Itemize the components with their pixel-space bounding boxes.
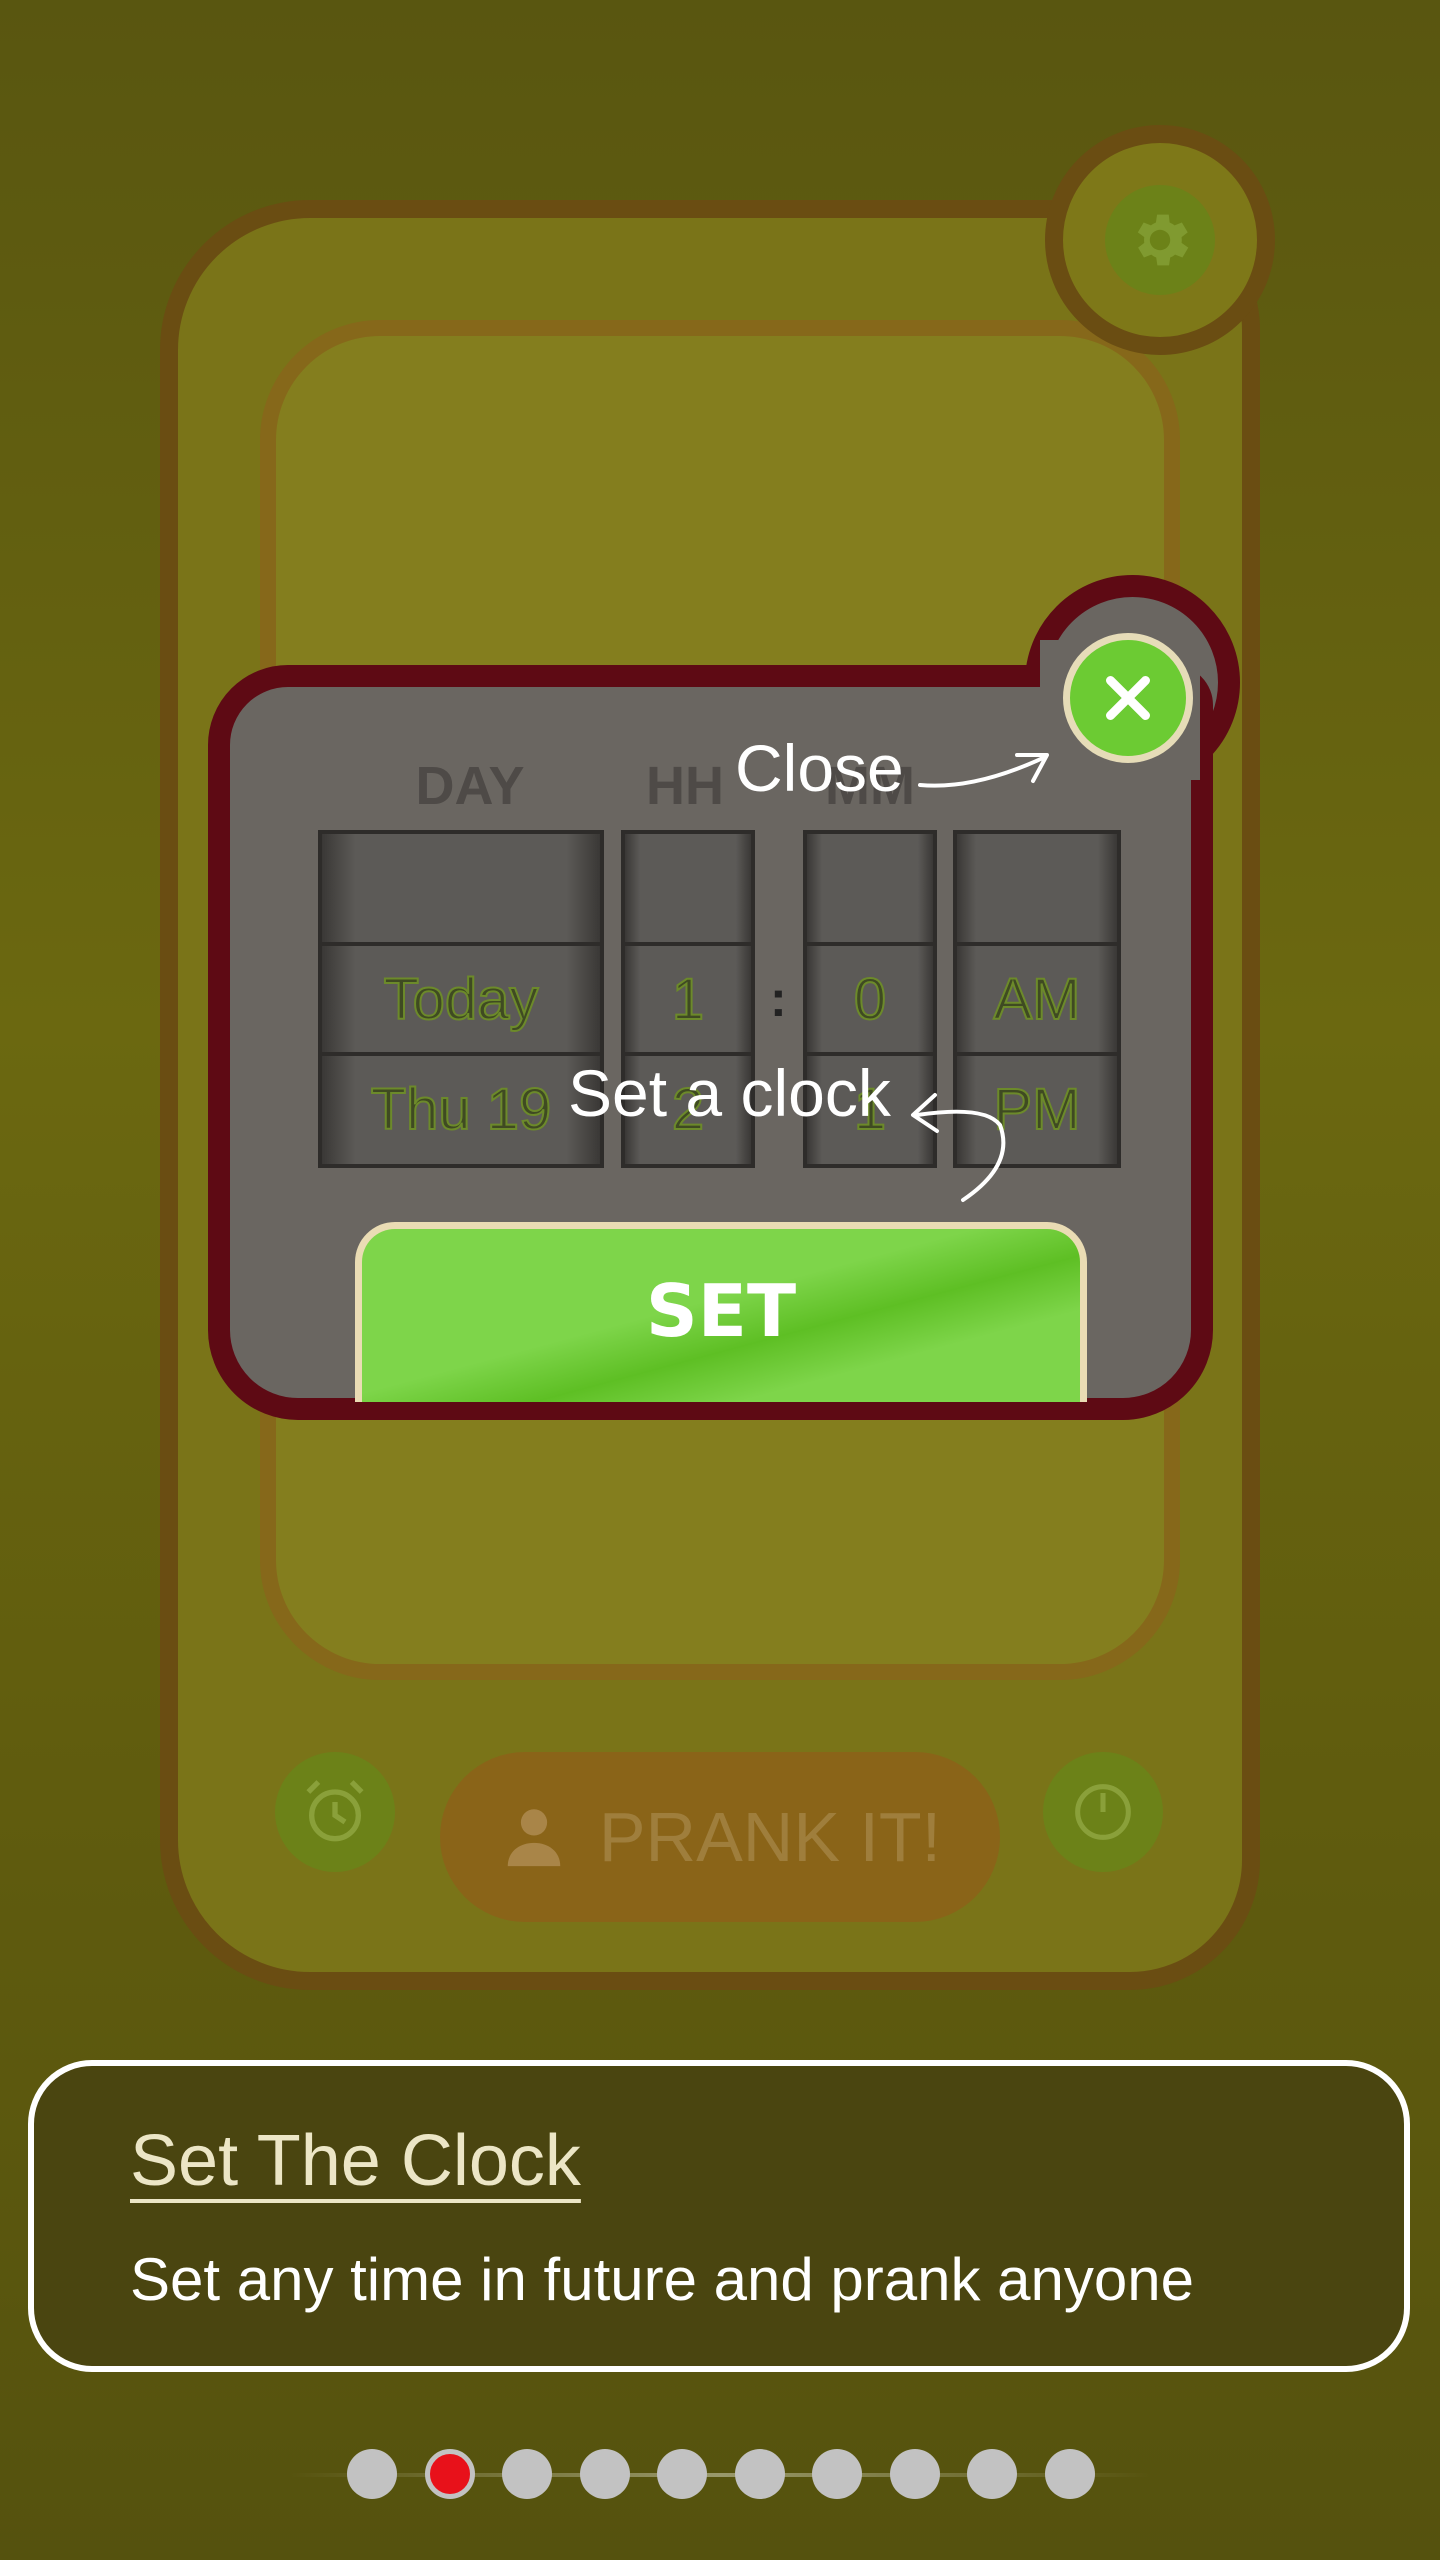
page-dot-4[interactable] — [579, 2449, 630, 2499]
settings-button[interactable] — [1105, 185, 1215, 295]
pager-track — [290, 2473, 1150, 2477]
set-button-label: SET — [645, 1268, 797, 1353]
set-button[interactable]: SET — [355, 1222, 1087, 1402]
alarm-clock-icon — [306, 1780, 364, 1842]
ampm-picker-selected: AM — [993, 966, 1082, 1033]
page-dot-3[interactable] — [502, 2449, 552, 2499]
tutorial-title: Set The Clock — [130, 2121, 581, 2201]
close-button[interactable] — [1063, 633, 1193, 763]
tutorial-description: Set any time in future and prank anyone — [130, 2246, 1195, 2313]
tutorial-info-card — [28, 2060, 1410, 2372]
day-column-label: DAY — [415, 756, 525, 816]
page-dot-8[interactable] — [889, 2449, 940, 2499]
close-icon — [1106, 676, 1150, 720]
page-dot-9[interactable] — [967, 2449, 1017, 2499]
stopwatch-button[interactable] — [1043, 1752, 1163, 1872]
set-clock-hint-arrow-icon — [911, 1093, 1006, 1202]
time-separator: : — [770, 971, 787, 1027]
hour-picker-selected: 1 — [671, 966, 705, 1033]
page-dot-7[interactable] — [812, 2449, 862, 2499]
hour-column-label: HH — [646, 756, 724, 816]
alarm-button[interactable] — [275, 1752, 395, 1872]
prank-it-button[interactable]: PRANK IT! — [440, 1752, 1000, 1922]
stopwatch-icon — [1075, 1784, 1131, 1840]
gear-icon — [1137, 214, 1189, 266]
day-picker[interactable]: Today Thu 19 — [318, 830, 604, 1168]
page-dot-6[interactable] — [734, 2449, 785, 2499]
page-dot-1[interactable] — [347, 2449, 397, 2499]
close-hint-arrow-icon — [918, 753, 1049, 788]
close-hint: Close — [735, 731, 904, 805]
minute-picker-selected: 0 — [853, 966, 887, 1033]
page-dot-2[interactable] — [424, 2449, 475, 2499]
page-dot-10[interactable] — [1044, 2449, 1095, 2499]
day-picker-next: Thu 19 — [370, 1076, 553, 1143]
prank-it-label: PRANK IT! — [598, 1798, 942, 1876]
page-dot-5[interactable] — [657, 2449, 707, 2499]
set-clock-hint: Set a clock — [568, 1056, 891, 1130]
day-picker-selected: Today — [383, 966, 540, 1033]
person-icon — [507, 1809, 561, 1867]
